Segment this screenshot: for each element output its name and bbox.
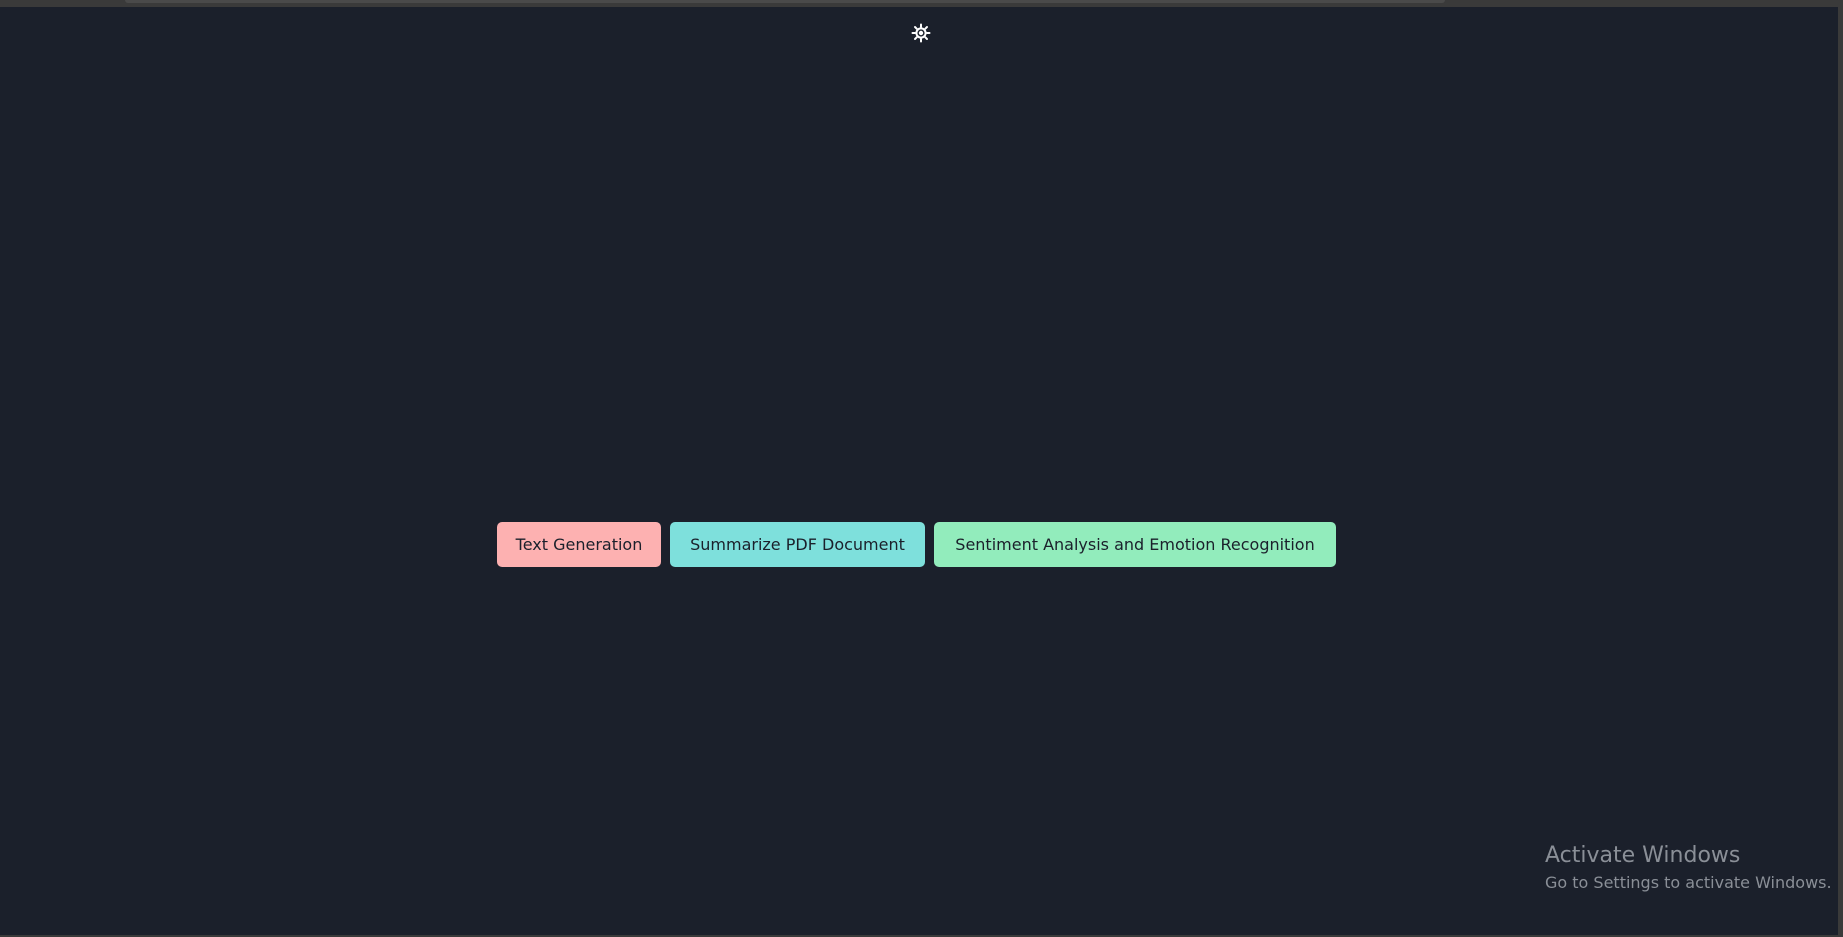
sun-icon — [911, 23, 931, 48]
watermark-subtitle: Go to Settings to activate Windows. — [1545, 873, 1832, 892]
activate-windows-watermark: Activate Windows Go to Settings to activ… — [1545, 842, 1832, 894]
window-right-edge — [1838, 7, 1843, 937]
watermark-title: Activate Windows — [1545, 843, 1741, 868]
app-background: Text Generation Summarize PDF Document S… — [0, 7, 1838, 935]
theme-toggle-button[interactable] — [911, 23, 931, 48]
text-generation-button[interactable]: Text Generation — [497, 522, 661, 567]
window-top-strip — [0, 0, 1843, 7]
sentiment-analysis-button[interactable]: Sentiment Analysis and Emotion Recogniti… — [934, 522, 1336, 567]
window-tab-strip — [125, 0, 1445, 3]
summarize-pdf-button[interactable]: Summarize PDF Document — [670, 522, 925, 567]
action-button-row: Text Generation Summarize PDF Document S… — [497, 522, 1336, 567]
